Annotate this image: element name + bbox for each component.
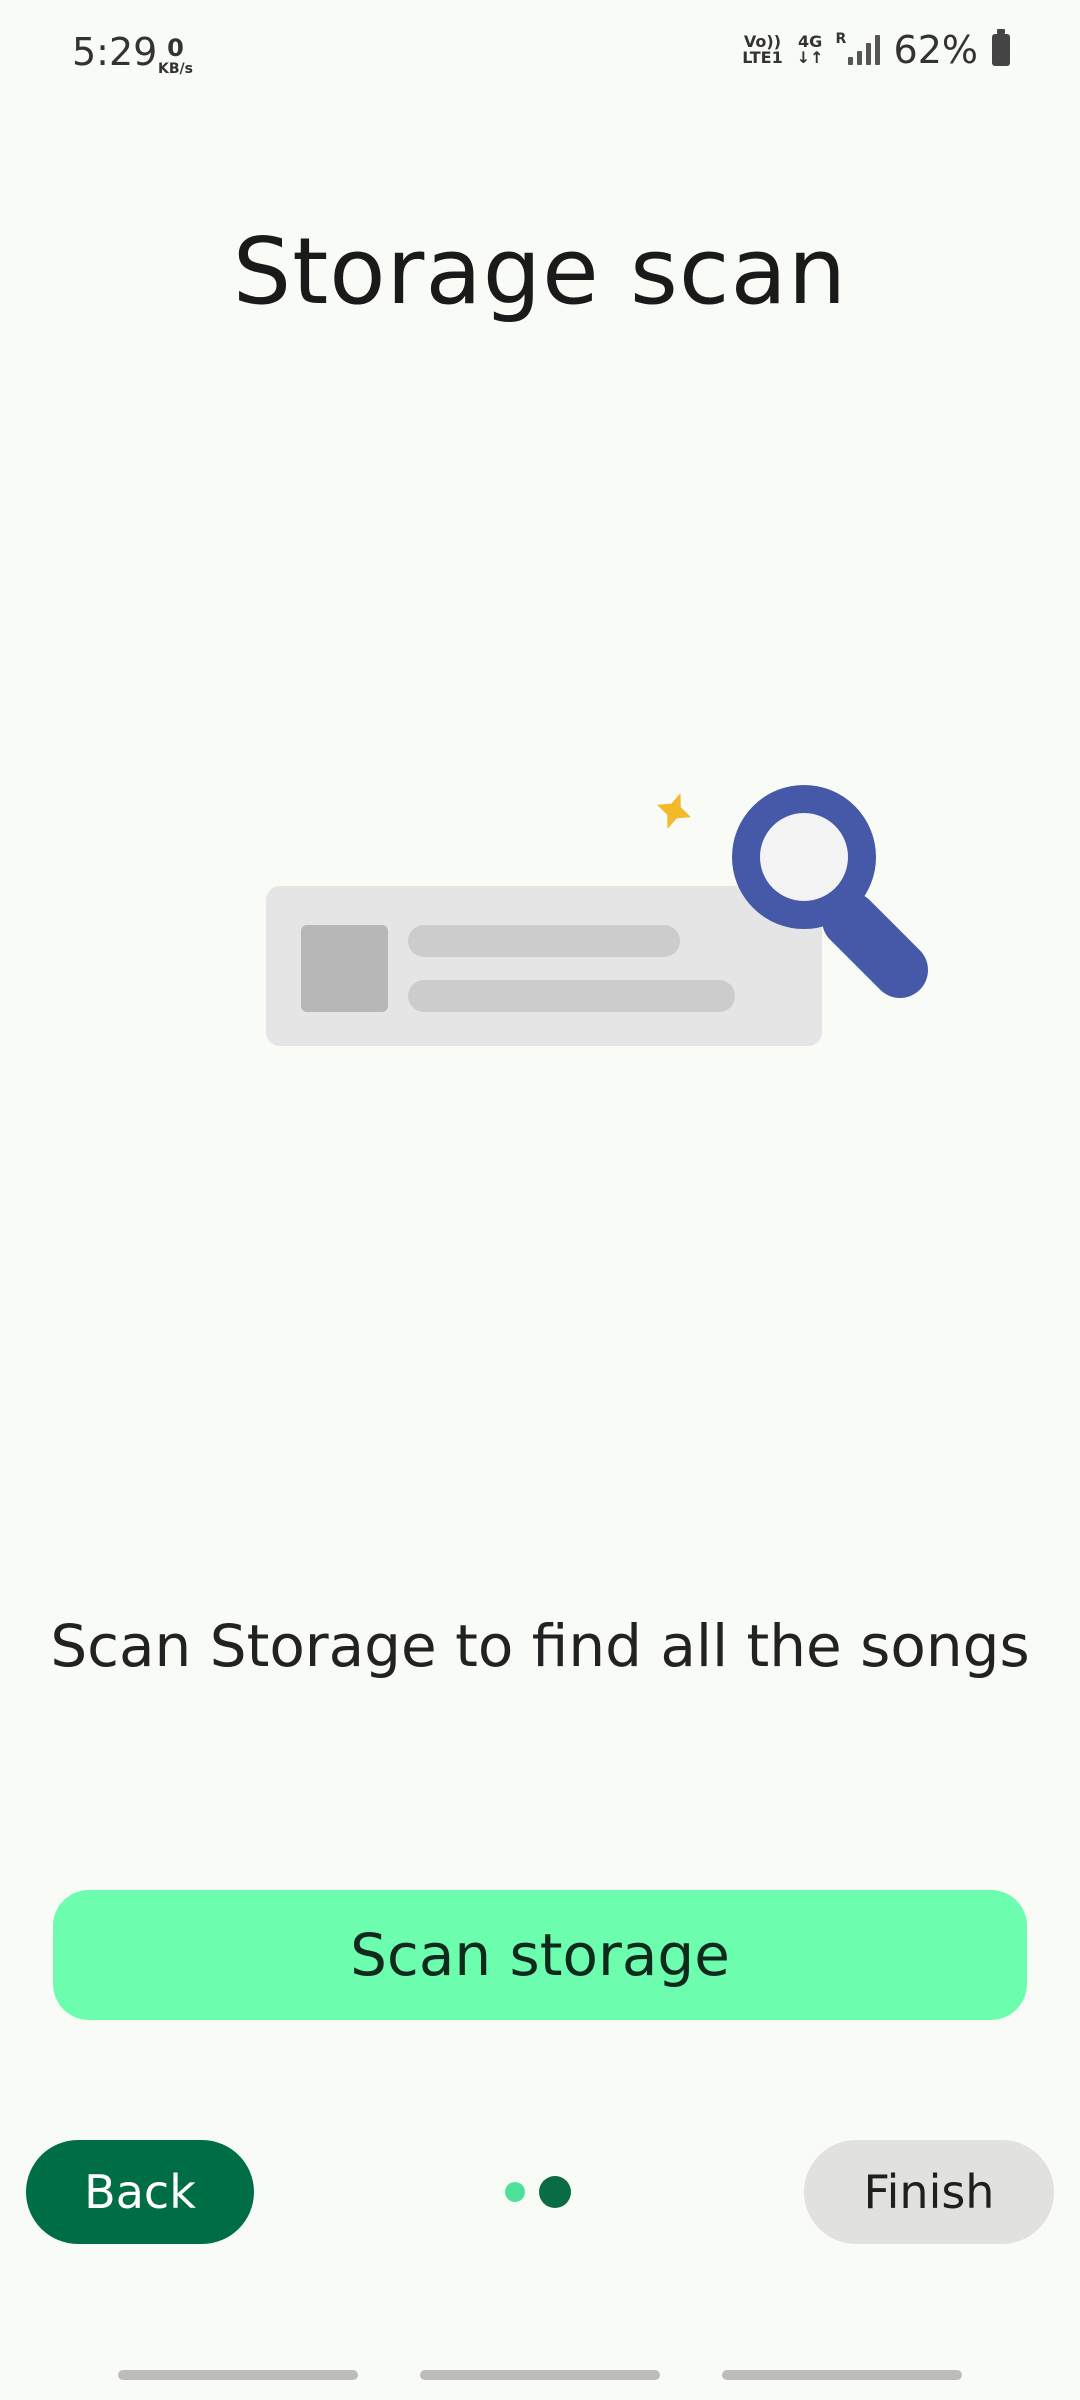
status-time: 5:29 — [72, 30, 158, 74]
page-indicator — [505, 2176, 571, 2208]
page-dot-2-active — [539, 2176, 571, 2208]
network-speed: 0 KB/s — [158, 36, 193, 76]
storage-scan-illustration — [266, 785, 928, 1046]
battery-percent: 62% — [893, 28, 978, 72]
battery-icon — [992, 29, 1010, 66]
status-bar: 5:29 0 KB/s Vo)) LTE1 4G ↓↑ R 62% — [0, 0, 1080, 110]
sparkle-icon — [657, 793, 691, 829]
nav-recents-button[interactable] — [118, 2370, 358, 2380]
nav-back-button[interactable] — [722, 2370, 962, 2380]
page-title: Storage scan — [232, 218, 848, 325]
scan-description: Scan Storage to find all the songs — [50, 1612, 1030, 1680]
nav-home-button[interactable] — [420, 2370, 660, 2380]
roaming-indicator: R — [835, 31, 847, 47]
network-speed-value: 0 — [167, 34, 184, 62]
mobile-data-icon: 4G ↓↑ — [796, 32, 824, 67]
status-icons: Vo)) LTE1 4G ↓↑ R 62% — [742, 28, 1010, 72]
file-card — [266, 886, 822, 1046]
signal-strength-icon: R — [836, 31, 880, 65]
back-button[interactable]: Back — [26, 2140, 254, 2244]
finish-button[interactable]: Finish — [804, 2140, 1054, 2244]
volte-icon: Vo)) LTE1 — [742, 32, 783, 67]
network-speed-unit: KB/s — [158, 61, 193, 77]
scan-storage-button[interactable]: Scan storage — [53, 1890, 1027, 2020]
page-dot-1 — [505, 2182, 525, 2202]
system-nav-bar — [0, 2370, 1080, 2384]
